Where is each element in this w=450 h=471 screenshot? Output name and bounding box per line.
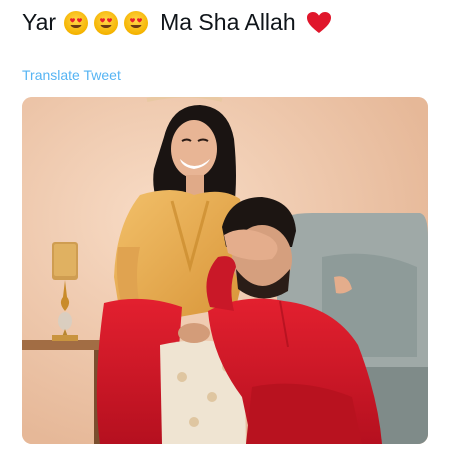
- couple-photo-illustration: [22, 97, 428, 444]
- red-heart-icon: [306, 11, 331, 33]
- tweet-media-photo[interactable]: [22, 97, 428, 444]
- tweet-word-yar: Yar: [22, 9, 57, 35]
- heart-eyes-emoji-icon: [124, 10, 149, 35]
- heart-eyes-emoji-icon: [64, 10, 89, 35]
- tweet-text: Yar Ma Sha Allah: [22, 9, 332, 36]
- heart-eyes-emoji-icon: [94, 10, 119, 35]
- tweet-phrase: Ma Sha Allah: [160, 9, 296, 35]
- translate-tweet-link[interactable]: Translate Tweet: [22, 67, 121, 83]
